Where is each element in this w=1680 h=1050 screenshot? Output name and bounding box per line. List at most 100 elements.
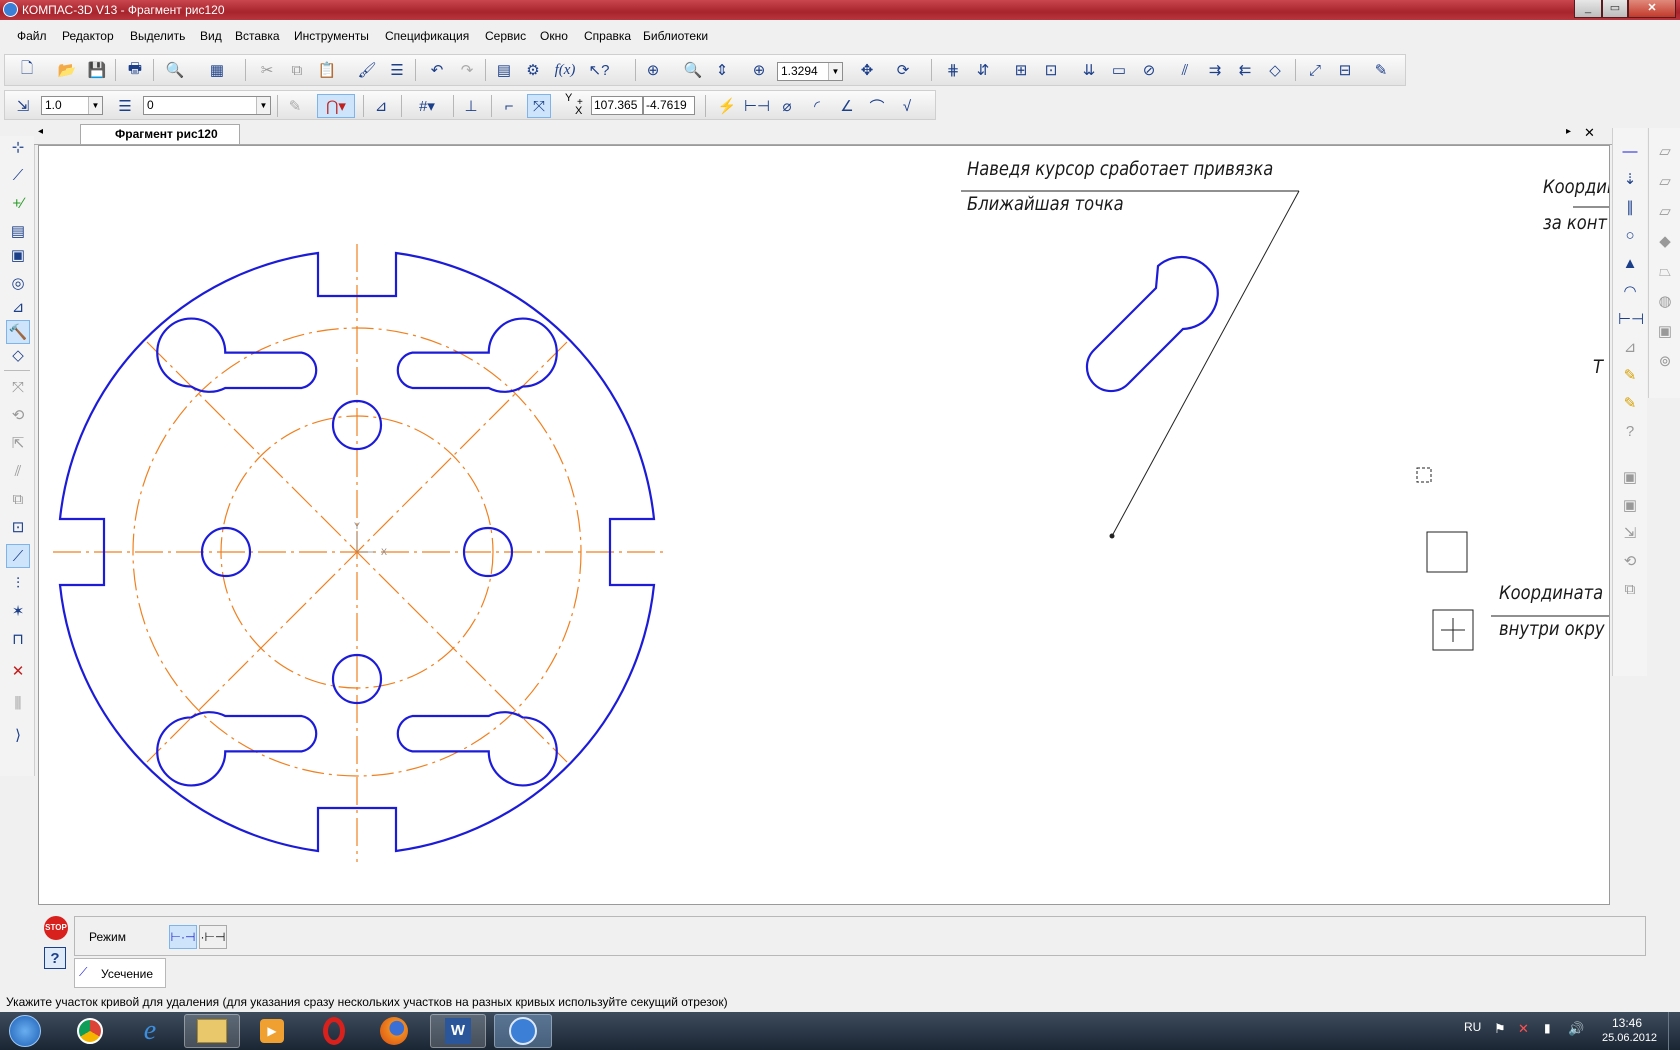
local-cs-icon[interactable]: ⋕ — [941, 58, 965, 82]
language-indicator[interactable]: RU — [1464, 1020, 1481, 1034]
chevron-down-icon[interactable]: ▼ — [828, 63, 842, 80]
reports-group-icon[interactable]: ▣ — [6, 244, 30, 268]
parametrization-group-icon[interactable]: ◎ — [6, 272, 30, 296]
help-circle-icon[interactable]: ? — [1618, 420, 1642, 444]
file-explorer-icon[interactable] — [184, 1014, 240, 1048]
paste-icon[interactable]: 📋 — [315, 58, 339, 82]
tab-scroll-left-icon[interactable]: ◂ — [38, 126, 43, 137]
tab-fragment[interactable]: Фрагмент рис120 — [80, 124, 240, 144]
network-icon[interactable]: ✕ — [1518, 1021, 1529, 1037]
menu-help[interactable]: Справка — [584, 29, 631, 43]
mode-delete-segment-button[interactable]: ⊢·⊣ — [169, 925, 197, 949]
chrome-icon[interactable] — [62, 1014, 118, 1048]
bisector-icon[interactable]: ⊿ — [1618, 336, 1642, 360]
parametrize-icon[interactable]: ⤢ — [1303, 58, 1327, 82]
menu-select[interactable]: Выделить — [130, 29, 185, 43]
diameter-dimension-icon[interactable]: ⌀ — [775, 94, 799, 118]
dimension-chain-icon[interactable]: ⇵ — [971, 58, 995, 82]
plane-7-icon[interactable]: ▣ — [1653, 320, 1677, 344]
arrow-direction-icon[interactable]: ⇉ — [1203, 58, 1227, 82]
internet-explorer-icon[interactable]: e — [122, 1014, 178, 1048]
deform-icon[interactable]: ⊡ — [6, 516, 30, 540]
menu-view[interactable]: Вид — [200, 29, 222, 43]
base-icon[interactable]: ◇ — [1263, 58, 1287, 82]
radius-dimension-icon[interactable]: ◜ — [805, 94, 829, 118]
snap-grid-icon[interactable]: ⊡ — [1039, 58, 1063, 82]
ortho-icon[interactable]: ⊿ — [369, 94, 393, 118]
point-icon[interactable]: ▲ — [1618, 252, 1642, 276]
geometry-group-icon[interactable]: ⊹ — [6, 136, 30, 160]
copy-objects-icon[interactable]: ⧉ — [6, 488, 30, 512]
view-5-icon[interactable]: ⧉ — [1618, 578, 1642, 602]
plane-icon[interactable]: ⏥ — [1653, 140, 1677, 164]
function-icon[interactable]: f(x) — [551, 58, 579, 82]
layers-icon[interactable]: ☰ — [113, 94, 137, 118]
grid-icon[interactable]: #▾ — [409, 94, 445, 118]
pan-icon[interactable]: ✥ — [855, 58, 879, 82]
context-help-icon[interactable]: ↖? — [587, 58, 611, 82]
dimension-12-icon[interactable]: ⊢⊣ — [1618, 308, 1644, 332]
circle-snap-icon[interactable]: ⊘ — [1137, 58, 1161, 82]
snap-magnet-icon[interactable]: ⋂▾ — [317, 94, 355, 118]
stop-button[interactable]: STOP — [44, 916, 68, 940]
delete-icon[interactable]: ✕ — [6, 660, 30, 684]
view-manager-icon[interactable]: ▤ — [492, 58, 516, 82]
trim-two-points-icon[interactable]: ⫶ — [6, 572, 30, 596]
kompas-taskbar-icon[interactable] — [494, 1014, 552, 1048]
auto-dimension-icon[interactable]: ⚡ — [715, 94, 739, 118]
measure-group-icon[interactable]: ⊿ — [6, 296, 30, 320]
move-icon[interactable]: ⤧ — [6, 376, 30, 400]
clock-time[interactable]: 13:46 — [1612, 1016, 1642, 1030]
start-orb-icon[interactable] — [0, 1014, 50, 1048]
arc-dimension-icon[interactable]: ⌒ — [865, 94, 889, 118]
cut-icon[interactable]: ✂ — [255, 58, 279, 82]
chevron-down-icon[interactable]: ▼ — [256, 97, 270, 114]
view-3-icon[interactable]: ⇲ — [1618, 522, 1642, 546]
plane-8-icon[interactable]: ⊚ — [1653, 350, 1677, 374]
spec-group-icon[interactable]: ▤ — [6, 220, 30, 244]
menu-file[interactable]: Файл — [17, 29, 47, 43]
grid-points-icon[interactable]: ⊞ — [1009, 58, 1033, 82]
arrow-view-icon[interactable]: ⇊ — [1077, 58, 1101, 82]
style-icon[interactable]: ✎ — [283, 94, 307, 118]
print-preview-icon[interactable]: 🔍 — [163, 58, 187, 82]
signal-icon[interactable]: ▮ — [1544, 1021, 1551, 1035]
zoom-combo[interactable]: 1.3294 ▼ — [777, 62, 843, 81]
plane-4-icon[interactable]: ◆ — [1653, 230, 1677, 254]
break-curve-icon[interactable]: ✶ — [6, 600, 30, 624]
trim-curve-icon[interactable]: ⟋ — [6, 544, 30, 568]
volume-icon[interactable]: 🔊 — [1568, 1021, 1584, 1037]
kompas-app-icon[interactable] — [3, 2, 18, 17]
opera-icon[interactable] — [306, 1014, 362, 1048]
constraints-icon[interactable]: ⊟ — [1333, 58, 1357, 82]
local-cs-axes-icon[interactable]: ⊥ — [459, 94, 483, 118]
refresh-icon[interactable]: ⟳ — [891, 58, 915, 82]
zoom-window-icon[interactable]: ⊕ — [641, 58, 665, 82]
zoom-in-icon[interactable]: 🔍 — [681, 58, 705, 82]
coord-x-field[interactable]: 107.365 — [591, 96, 643, 115]
plane-3-icon[interactable]: ⏥ — [1653, 200, 1677, 224]
ortho-mode-icon[interactable]: ⌐ — [497, 94, 521, 118]
new-document-icon[interactable]: 🗋 — [15, 58, 39, 82]
display-icon[interactable]: ▭ — [1107, 58, 1131, 82]
roughness-icon[interactable]: ⫽ — [1173, 58, 1197, 82]
menu-window[interactable]: Окно — [540, 29, 568, 43]
layer-combo[interactable]: 0 ▼ — [143, 96, 271, 115]
editing-group-icon[interactable]: 🔨 — [6, 320, 30, 344]
menu-editor[interactable]: Редактор — [62, 29, 114, 43]
word-icon[interactable]: W — [430, 1014, 486, 1048]
plane-2-icon[interactable]: ⏥ — [1653, 170, 1677, 194]
pen-icon[interactable]: ✎ — [1369, 58, 1393, 82]
plane-5-icon[interactable]: ⏢ — [1653, 260, 1677, 284]
variables-icon[interactable]: ⚙ — [521, 58, 545, 82]
chamfer-icon[interactable]: ⟩ — [6, 724, 30, 748]
rotate-icon[interactable]: ⟲ — [6, 404, 30, 428]
dimensions-group-icon[interactable]: ⟋ — [6, 164, 30, 188]
save-icon[interactable]: 💾 — [85, 58, 109, 82]
properties-list-icon[interactable]: ☰ — [385, 58, 409, 82]
roughness-sign-icon[interactable]: √ — [895, 94, 919, 118]
leader-icon[interactable]: ⇇ — [1233, 58, 1257, 82]
clock-date[interactable]: 25.06.2012 — [1602, 1032, 1657, 1044]
pin-icon[interactable]: ✎ — [1618, 364, 1642, 388]
manager-icon[interactable]: ▦ — [205, 58, 229, 82]
